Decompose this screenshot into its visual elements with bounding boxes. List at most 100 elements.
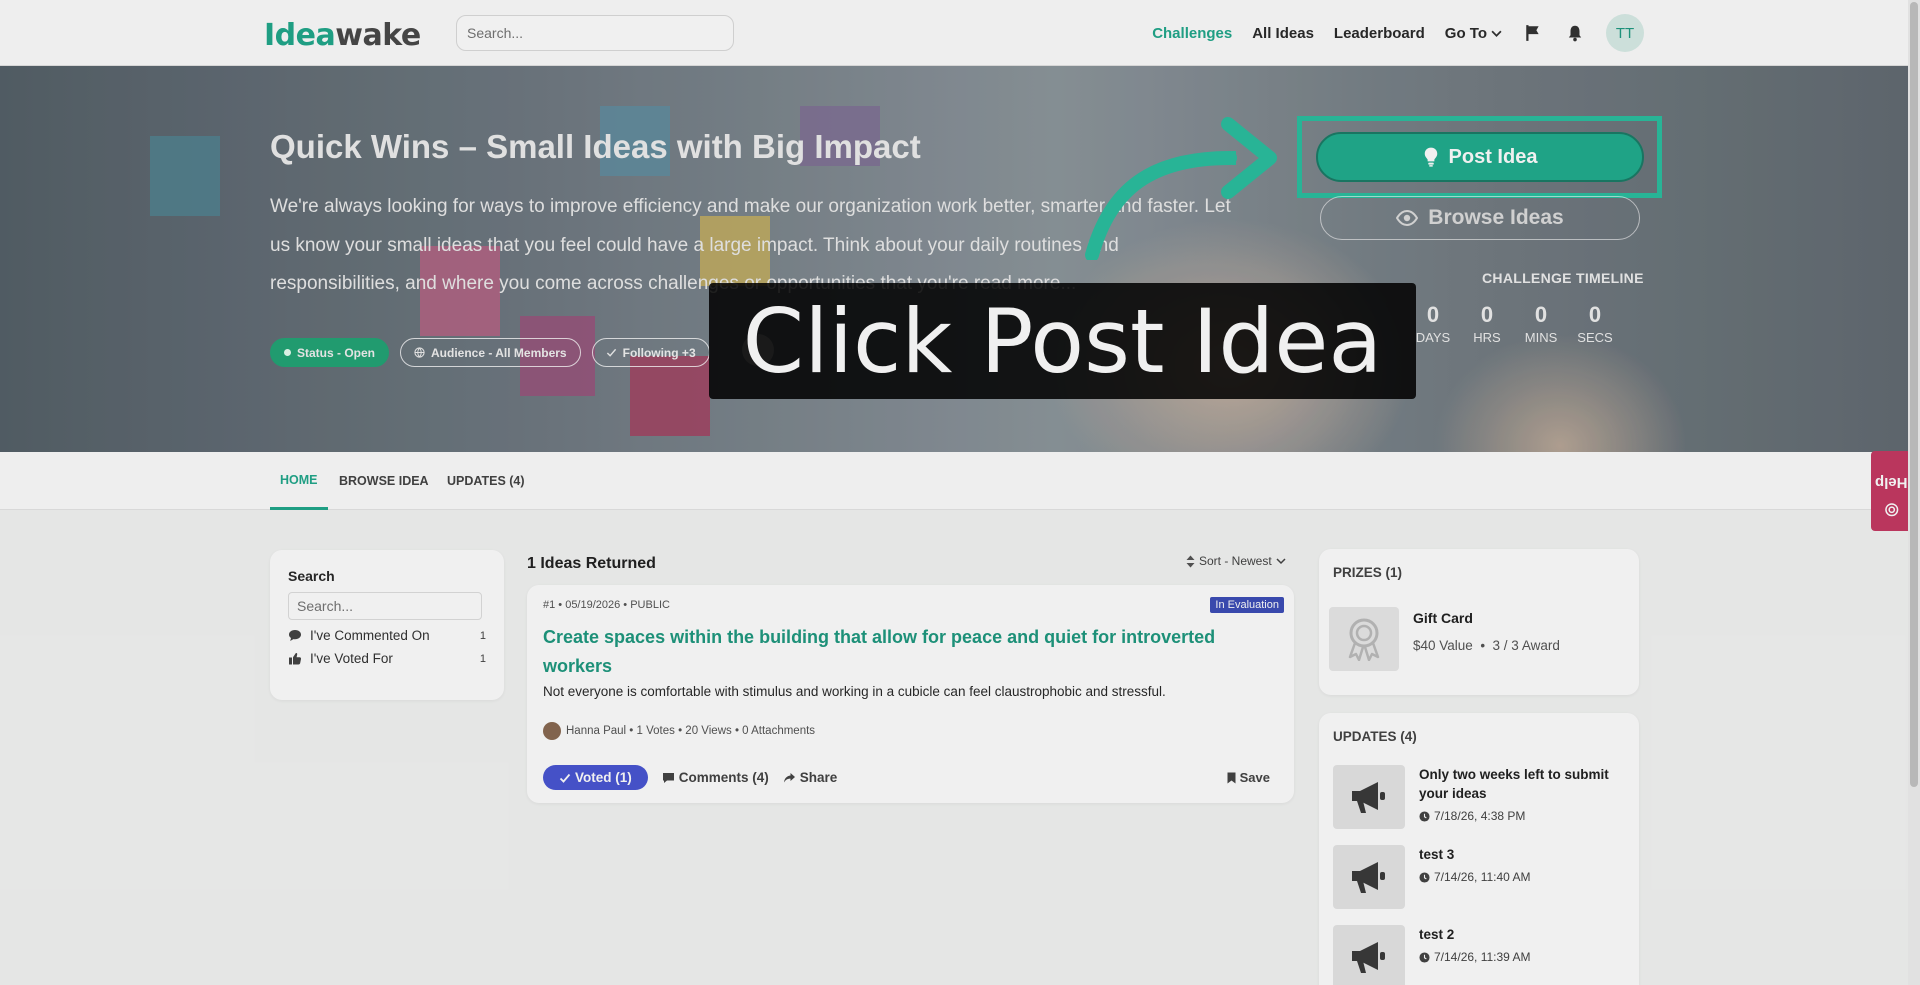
timer-unit: SECS <box>1577 330 1613 345</box>
updates-panel: UPDATES (4) Only two weeks left to submi… <box>1319 713 1639 985</box>
update-info: test 3 7/14/26, 11:40 AM <box>1419 845 1609 909</box>
megaphone-icon <box>1333 765 1405 829</box>
voted-label: Voted (1) <box>575 770 632 785</box>
tab-updates[interactable]: UPDATES (4) <box>447 452 525 510</box>
bell-icon[interactable] <box>1564 22 1586 44</box>
voted-button[interactable]: Voted (1) <box>543 765 648 790</box>
filter-count: 1 <box>479 629 486 642</box>
nav-all-ideas[interactable]: All Ideas <box>1252 25 1314 42</box>
clock-icon <box>1419 951 1430 963</box>
following-chip[interactable]: Following +3 <box>591 338 710 367</box>
prize-item[interactable]: Gift Card $40 Value • 3 / 3 Award <box>1329 607 1560 671</box>
search-panel-title: Search <box>288 568 335 584</box>
update-item[interactable]: test 2 7/14/26, 11:39 AM <box>1333 925 1609 985</box>
tutorial-arrow-icon <box>1085 117 1277 260</box>
update-date: 7/18/26, 4:38 PM <box>1434 809 1526 823</box>
prizes-panel: PRIZES (1) Gift Card $40 Value • 3 / 3 A… <box>1319 549 1639 695</box>
stage-badge: In Evaluation <box>1210 597 1284 613</box>
nav-go-to-dropdown[interactable]: Go To <box>1445 25 1502 42</box>
thumbs-up-icon <box>288 652 306 665</box>
update-item[interactable]: Only two weeks left to submit your ideas… <box>1333 765 1609 829</box>
save-button[interactable]: Save <box>1227 770 1270 785</box>
comment-icon <box>288 629 306 642</box>
share-button[interactable]: Share <box>783 770 838 785</box>
author-stats: Hanna Paul • 1 Votes • 20 Views • 0 Atta… <box>566 725 816 737</box>
user-avatar[interactable]: TT <box>1606 14 1644 52</box>
clock-icon <box>1419 871 1430 883</box>
check-icon <box>606 348 616 357</box>
browse-ideas-button[interactable]: Browse Ideas <box>1320 196 1640 240</box>
nav-leaderboard[interactable]: Leaderboard <box>1334 25 1425 42</box>
timer-mins: 0 MINS <box>1514 302 1568 345</box>
help-label: Help <box>1874 473 1908 491</box>
challenge-chips: Status - Open Audience - All Members Fol… <box>270 338 710 367</box>
global-search-input[interactable] <box>456 15 734 51</box>
timer-secs: 0 SECS <box>1568 302 1622 345</box>
lifebuoy-icon <box>1884 502 1898 516</box>
idea-description: Not everyone is comfortable with stimulu… <box>543 684 1166 699</box>
megaphone-icon <box>1333 925 1405 985</box>
timer-value: 0 <box>1480 302 1494 327</box>
update-title: test 3 <box>1419 847 1455 862</box>
prizes-title: PRIZES (1) <box>1333 565 1403 580</box>
share-label: Share <box>799 770 838 785</box>
share-icon <box>783 772 795 782</box>
browse-ideas-label: Browse Ideas <box>1428 206 1564 229</box>
update-info: test 2 7/14/26, 11:39 AM <box>1419 925 1609 985</box>
ideawake-logo[interactable]: Ideawake <box>264 18 421 53</box>
status-dot-icon <box>284 349 291 356</box>
lightbulb-icon <box>1424 147 1437 167</box>
update-date: 7/14/26, 11:39 AM <box>1434 950 1531 964</box>
following-chip-label: Following +3 <box>622 345 696 360</box>
countdown-timer: 0 DAYS 0 HRS 0 MINS 0 SECS <box>1406 302 1622 345</box>
filter-commented-on[interactable]: I've Commented On 1 <box>288 628 486 643</box>
eye-icon <box>1396 210 1419 226</box>
timer-unit: MINS <box>1524 330 1558 345</box>
update-title: test 2 <box>1419 927 1455 942</box>
update-info: Only two weeks left to submit your ideas… <box>1419 765 1609 829</box>
chevron-down-icon <box>1276 558 1286 565</box>
nav-challenges[interactable]: Challenges <box>1152 25 1232 42</box>
main-nav: Challenges All Ideas Leaderboard Go To T… <box>1152 0 1644 66</box>
post-idea-button[interactable]: Post Idea <box>1316 132 1644 182</box>
status-chip[interactable]: Status - Open <box>270 338 390 367</box>
status-chip-label: Status - Open <box>297 345 376 360</box>
audience-chip[interactable]: Audience - All Members <box>400 338 581 367</box>
bookmark-icon <box>1227 772 1236 783</box>
timer-hours: 0 HRS <box>1460 302 1514 345</box>
check-icon <box>559 773 571 783</box>
help-tab[interactable]: Help <box>1871 451 1911 531</box>
updates-title: UPDATES (4) <box>1333 729 1417 744</box>
idea-search-input[interactable] <box>288 592 482 620</box>
tab-browse-idea[interactable]: BROWSE IDEA <box>339 452 429 510</box>
award-ribbon-icon <box>1329 607 1399 671</box>
flag-icon[interactable] <box>1522 22 1544 44</box>
challenge-tabs: HOME BROWSE IDEA UPDATES (4) <box>0 452 1920 510</box>
timer-value: 0 <box>1588 302 1602 327</box>
scrollbar-thumb[interactable] <box>1910 2 1918 787</box>
tab-home[interactable]: HOME <box>270 452 328 510</box>
prize-award: 3 / 3 Award <box>1492 638 1560 653</box>
prize-value-line: $40 Value • 3 / 3 Award <box>1413 638 1560 653</box>
comments-button[interactable]: Comments (4) <box>662 770 769 785</box>
idea-meta: #1 • 05/19/2026 • PUBLIC <box>543 599 670 611</box>
logo-idea-text: Idea <box>264 18 336 53</box>
filter-voted-for[interactable]: I've Voted For 1 <box>288 651 486 666</box>
idea-search-panel: Search I've Commented On 1 I've Voted Fo… <box>270 550 504 700</box>
challenge-title: Quick Wins – Small Ideas with Big Impact <box>270 128 921 165</box>
prize-info: Gift Card $40 Value • 3 / 3 Award <box>1413 607 1560 671</box>
megaphone-icon <box>1333 845 1405 909</box>
sort-icon <box>1186 555 1195 567</box>
ideas-count-heading: 1 Ideas Returned <box>527 555 656 572</box>
timer-unit: HRS <box>1473 330 1501 345</box>
sort-dropdown[interactable]: Sort - Newest <box>1186 554 1286 568</box>
idea-actions: Voted (1) Comments (4) Share <box>543 765 837 790</box>
update-title: Only two weeks left to submit your ideas <box>1419 767 1609 801</box>
author-avatar[interactable] <box>543 722 561 740</box>
update-item[interactable]: test 3 7/14/26, 11:40 AM <box>1333 845 1609 909</box>
audience-chip-label: Audience - All Members <box>431 345 567 360</box>
idea-title-link[interactable]: Create spaces within the building that a… <box>543 623 1233 681</box>
filter-label: I've Commented On <box>310 628 430 643</box>
comments-label: Comments (4) <box>678 770 769 785</box>
update-date: 7/14/26, 11:40 AM <box>1434 870 1531 884</box>
